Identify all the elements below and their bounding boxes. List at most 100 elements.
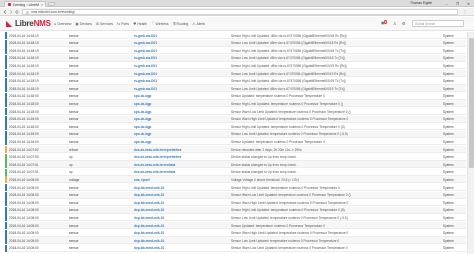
user-icon[interactable]: ♙ bbox=[393, 21, 397, 26]
global-search-input[interactable]: Global Search bbox=[412, 20, 464, 27]
event-time: 2018-04-16 14:18:19 bbox=[9, 79, 39, 84]
severity-bar bbox=[5, 70, 7, 77]
event-user: System bbox=[443, 155, 454, 160]
event-host-link[interactable]: spo-dc-bgp bbox=[134, 94, 226, 98]
tab-close-icon[interactable]: × bbox=[41, 3, 43, 7]
table-row: 2018-04-16 14:18:19 sensor rs-gmb-sw-D01 Se… bbox=[5, 54, 466, 62]
window-close-button[interactable]: ✕ bbox=[463, 0, 474, 7]
table-row: 2018-04-16 14:18:00 sensor spo-dc-bgp Senso… bbox=[5, 92, 466, 100]
nav-item-ports[interactable]: ⇆ Ports bbox=[117, 21, 129, 26]
event-host-link[interactable]: dcp-bb-mest-mik-01 bbox=[134, 224, 226, 228]
severity-bar bbox=[5, 229, 7, 237]
event-host-link[interactable]: rs-gmb-sw-D01 bbox=[134, 72, 226, 76]
event-message: Sensor Warn High Limit Updated: temperat… bbox=[231, 117, 349, 122]
minimize-button[interactable]: – bbox=[441, 0, 452, 7]
event-host-link[interactable]: rs-gmb-sw-D01 bbox=[134, 56, 226, 60]
table-row: 2018-04-16 14:18:19 sensor rs-gmb-sw-D01 Se… bbox=[5, 62, 466, 70]
browser-menu-icon[interactable]: ⋮ bbox=[463, 9, 467, 14]
event-time: 2018-04-16 14:07:51 bbox=[9, 170, 39, 175]
event-type: reboot bbox=[69, 147, 79, 152]
severity-bar bbox=[5, 153, 7, 161]
event-type: up bbox=[69, 155, 73, 160]
event-type: sensor bbox=[69, 41, 79, 46]
event-host-link[interactable]: dcp-bb-mest-mik-01 bbox=[134, 231, 226, 235]
event-host-link[interactable]: dcp-bb-mest-mik-01 bbox=[134, 246, 226, 250]
event-host-link[interactable]: rs-gmb-sw-D01 bbox=[134, 64, 226, 68]
event-type: sensor bbox=[69, 185, 79, 190]
event-host-link[interactable]: spo-dc-bgp bbox=[134, 102, 226, 106]
event-host-link[interactable]: spo-dc-bgp bbox=[134, 140, 226, 144]
nav-item-health[interactable]: ♥ Health bbox=[133, 21, 147, 26]
nav-item-devices[interactable]: ▣ Devices bbox=[75, 21, 91, 26]
table-row: 2018-04-16 14:05:00 voltage sna_ripsel Volt… bbox=[5, 176, 466, 184]
event-host-link[interactable]: dcp-bb-mest-mik-01 bbox=[134, 208, 226, 212]
browser-profile-name[interactable]: Thomas Eigbel bbox=[410, 1, 432, 5]
table-row: 2018-04-16 14:05:00 sensor dcp-bb-mest-mik… bbox=[5, 229, 466, 237]
event-user: System bbox=[443, 147, 454, 152]
table-row: 2018-04-16 14:07:51 up dcs-dc-bras-mik-ter… bbox=[5, 161, 466, 169]
event-user: System bbox=[443, 48, 454, 53]
gear-icon[interactable]: ⚙ bbox=[402, 21, 406, 26]
event-host-link[interactable]: rs-gmb-sw-D01 bbox=[134, 34, 226, 38]
event-type: sensor bbox=[69, 56, 79, 61]
event-type: voltage bbox=[69, 177, 80, 182]
nav-item-wireless[interactable]: ⌔ Wireless bbox=[151, 21, 168, 26]
event-host-link[interactable]: dcs-dc-bras-mik-terreotista bbox=[134, 170, 226, 174]
event-host-link[interactable]: rs-gmb-sw-D01 bbox=[134, 41, 226, 45]
event-host-link[interactable]: rs-gmb-sw-D01 bbox=[134, 79, 226, 83]
event-type: sensor bbox=[69, 33, 79, 38]
severity-bar bbox=[5, 39, 7, 47]
event-host-link[interactable]: dcp-bb-mest-mik-01 bbox=[134, 216, 226, 220]
new-tab-button[interactable] bbox=[47, 2, 56, 6]
severity-bar bbox=[5, 54, 7, 62]
event-time: 2018-04-16 14:18:00 bbox=[9, 139, 39, 144]
event-host-link[interactable]: dcp-bb-mest-mik-01 bbox=[134, 193, 226, 197]
event-host-link[interactable]: spo-dc-bgp bbox=[134, 125, 226, 129]
event-host-link[interactable]: dcp-bb-mest-mik-01 bbox=[134, 239, 226, 243]
info-icon bbox=[26, 10, 29, 14]
reload-button[interactable] bbox=[14, 9, 20, 15]
logo-suffix: NMS bbox=[33, 19, 51, 28]
logo-text: LibreNMS bbox=[15, 19, 51, 28]
event-message: Sensor Warn Low Limit Updated: temperatu… bbox=[231, 109, 351, 114]
event-message: Sensor High Limit Updated: dBm via rs-67… bbox=[231, 79, 346, 84]
event-host-link[interactable]: spo-dc-bgp bbox=[134, 132, 226, 136]
event-message: Sensor Low Limit Updated: dBm via rs-674… bbox=[231, 86, 346, 91]
event-host-link[interactable]: dcp-bb-mest-mik-01 bbox=[134, 186, 226, 190]
event-user: System bbox=[443, 86, 454, 91]
table-row: 2018-04-16 14:07:52 reboot dcs-dc-bras-mik… bbox=[5, 146, 466, 153]
nav-item-overview[interactable]: ⌂ Overview bbox=[54, 21, 71, 26]
severity-bar bbox=[5, 214, 7, 222]
health-icon: ♥ bbox=[133, 21, 137, 26]
event-user: System bbox=[443, 33, 454, 38]
address-bar[interactable]: nms.mikrotel.com.br/eventlog/ bbox=[22, 9, 458, 15]
event-host-link[interactable]: rs-gmb-sw-D01 bbox=[134, 49, 226, 53]
event-host-link[interactable]: sna_ripsel bbox=[134, 178, 226, 182]
severity-bar bbox=[5, 115, 7, 123]
nav-item-routing[interactable]: ⇶ Routing bbox=[173, 21, 189, 26]
page-scrollbar[interactable] bbox=[467, 32, 474, 254]
notifications-button[interactable]: ▣ 9 bbox=[381, 19, 388, 25]
event-host-link[interactable]: dcs-dc-bras-mik-terreotista bbox=[134, 163, 226, 167]
event-host-link[interactable]: spo-dc-bgp bbox=[134, 117, 226, 121]
nav-item-services[interactable]: ⚙ Services bbox=[96, 21, 113, 26]
severity-bar bbox=[5, 191, 7, 199]
event-host-link[interactable]: spo-dc-bgp bbox=[134, 110, 226, 114]
event-host-link[interactable]: dcp-bb-mest-mik-01 bbox=[134, 201, 226, 205]
nav-item-alerts[interactable]: ⚠ Alerts bbox=[192, 21, 205, 26]
event-message: Sensor Updated: temperature routeros 0 P… bbox=[231, 223, 325, 228]
event-type: sensor bbox=[69, 94, 79, 99]
table-row: 2018-04-16 14:05:00 sensor dcp-bb-mest-mik… bbox=[5, 199, 466, 207]
browser-titlebar: Eventlog :: LibreNMS × Thomas Eigbel – ❐… bbox=[0, 0, 474, 7]
event-host-link[interactable]: dcs-dc-bras-mik-terrepretisfera bbox=[134, 155, 226, 159]
browser-tab[interactable]: Eventlog :: LibreNMS × bbox=[4, 1, 46, 7]
event-user: System bbox=[443, 170, 454, 175]
event-host-link[interactable]: rs-gmb-sw-D01 bbox=[134, 87, 226, 91]
scrollbar-thumb[interactable] bbox=[469, 38, 474, 168]
maximize-button[interactable]: ❐ bbox=[452, 0, 463, 7]
event-time: 2018-04-16 14:18:19 bbox=[9, 56, 39, 61]
librenms-logo[interactable]: ◣ LibreNMS bbox=[6, 19, 51, 28]
severity-bar bbox=[5, 146, 7, 153]
event-host-link[interactable]: dcs-dc-bras-mik-terrepretisfera bbox=[134, 148, 226, 152]
severity-bar bbox=[5, 85, 7, 93]
